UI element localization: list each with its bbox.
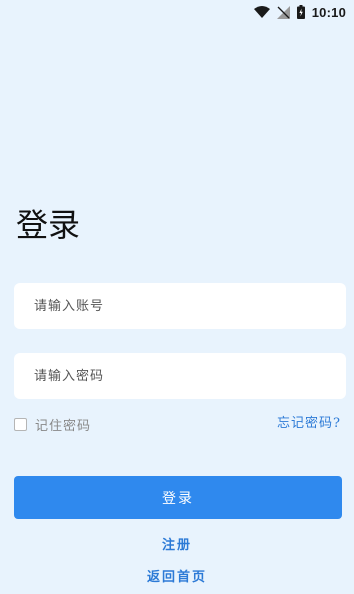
remember-password-checkbox[interactable] <box>14 417 27 431</box>
status-time: 10:10 <box>311 4 346 20</box>
account-input[interactable] <box>14 283 346 329</box>
battery-icon <box>296 5 305 19</box>
remember-password-label: 记住密码 <box>35 418 92 434</box>
status-bar: 10:10 <box>0 0 354 24</box>
back-home-link[interactable]: 返回首页 <box>0 566 354 585</box>
login-button[interactable]: 登录 <box>14 476 342 519</box>
remember-password[interactable]: 记住密码 <box>14 414 91 434</box>
status-icons: 10:10 <box>253 4 346 20</box>
wifi-icon <box>253 6 270 18</box>
forgot-password-link[interactable]: 忘记密码? <box>277 414 341 434</box>
signal-icon <box>276 5 290 19</box>
page-title: 登录 <box>16 206 81 244</box>
password-input[interactable] <box>14 353 346 399</box>
register-link[interactable]: 注册 <box>0 534 354 553</box>
